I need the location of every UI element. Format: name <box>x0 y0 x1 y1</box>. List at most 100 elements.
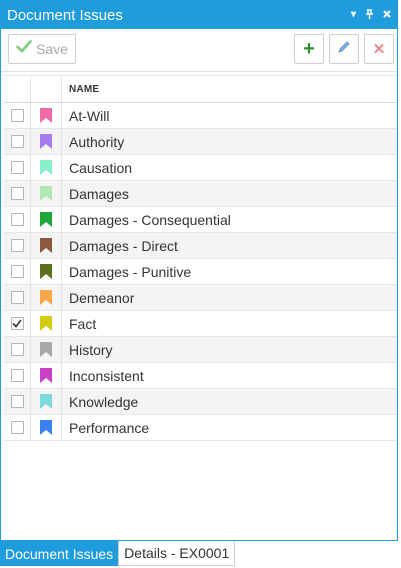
document-issues-panel: Document Issues ▾ Save + ✕ NAME At-Will … <box>0 0 398 541</box>
check-cell <box>4 363 31 388</box>
flag-cell <box>31 363 62 388</box>
check-cell <box>4 337 31 362</box>
check-cell <box>4 311 31 336</box>
pencil-icon <box>337 40 351 59</box>
flag-cell <box>31 389 62 414</box>
flag-cell <box>31 233 62 258</box>
bookmark-icon <box>40 186 52 201</box>
bookmark-icon <box>40 108 52 123</box>
check-cell <box>4 259 31 284</box>
issue-name: Causation <box>69 159 133 176</box>
row-checkbox[interactable] <box>10 265 24 278</box>
panel-title: Document Issues <box>7 6 123 24</box>
bookmark-icon <box>40 290 52 305</box>
table-row[interactable]: Authority <box>4 129 397 155</box>
delete-icon: ✕ <box>372 41 386 58</box>
header-flag-cell <box>31 76 62 102</box>
grid-header: NAME <box>4 75 397 103</box>
header-check-cell <box>4 76 31 102</box>
issue-name: Damages - Consequential <box>69 211 231 228</box>
add-issue-button[interactable]: + <box>294 34 324 64</box>
issue-name: Demeanor <box>69 289 135 306</box>
row-checkbox[interactable] <box>10 395 24 408</box>
check-cell <box>4 389 31 414</box>
tab-details[interactable]: Details - EX0001 <box>118 541 236 566</box>
table-row[interactable]: Performance <box>4 415 397 441</box>
toolbar: Save + ✕ <box>1 29 397 72</box>
bookmark-icon <box>40 368 52 383</box>
flag-cell <box>31 311 62 336</box>
table-row[interactable]: Damages - Consequential <box>4 207 397 233</box>
flag-cell <box>31 207 62 232</box>
bookmark-icon <box>40 264 52 279</box>
flag-cell <box>31 337 62 362</box>
bookmark-icon <box>40 238 52 253</box>
pin-icon[interactable] <box>365 8 374 22</box>
flag-cell <box>31 129 62 154</box>
tab-document-issues[interactable]: Document Issues <box>0 541 119 566</box>
edit-issue-button[interactable] <box>329 34 359 64</box>
row-checkbox[interactable] <box>10 161 24 174</box>
check-cell <box>4 103 31 128</box>
bookmark-icon <box>40 134 52 149</box>
delete-issue-button[interactable]: ✕ <box>364 34 394 64</box>
check-cell <box>4 155 31 180</box>
bottom-tabs: Document Issues Details - EX0001 <box>0 541 236 567</box>
issue-name: Damages - Punitive <box>69 263 192 280</box>
issue-name: At-Will <box>69 107 110 124</box>
table-row[interactable]: Knowledge <box>4 389 397 415</box>
table-row[interactable]: Inconsistent <box>4 363 397 389</box>
table-row[interactable]: Demeanor <box>4 285 397 311</box>
grid-rows: At-Will Authority Causation Damages Damages … <box>4 103 397 441</box>
flag-cell <box>31 155 62 180</box>
issue-name: Authority <box>69 133 125 150</box>
panel-titlebar: Document Issues ▾ <box>1 1 397 29</box>
flag-cell <box>31 415 62 440</box>
table-row[interactable]: Causation <box>4 155 397 181</box>
row-checkbox[interactable] <box>10 317 24 330</box>
table-row[interactable]: Damages - Direct <box>4 233 397 259</box>
check-cell <box>4 233 31 258</box>
row-checkbox[interactable] <box>10 187 24 200</box>
bookmark-icon <box>40 212 52 227</box>
bookmark-icon <box>40 316 52 331</box>
issue-name: History <box>69 341 113 358</box>
plus-icon: + <box>303 37 315 60</box>
table-row[interactable]: At-Will <box>4 103 397 129</box>
flag-cell <box>31 285 62 310</box>
table-row[interactable]: History <box>4 337 397 363</box>
save-label: Save <box>36 41 68 57</box>
table-row[interactable]: Fact <box>4 311 397 337</box>
check-cell <box>4 129 31 154</box>
flag-cell <box>31 103 62 128</box>
table-row[interactable]: Damages <box>4 181 397 207</box>
check-cell <box>4 285 31 310</box>
check-cell <box>4 415 31 440</box>
table-row[interactable]: Damages - Punitive <box>4 259 397 285</box>
save-button[interactable]: Save <box>8 34 76 64</box>
issues-grid: NAME At-Will Authority Causation Damages Dam… <box>4 75 397 441</box>
bookmark-icon <box>40 420 52 435</box>
name-column-header[interactable]: NAME <box>62 84 397 95</box>
row-checkbox[interactable] <box>10 239 24 252</box>
issue-name: Damages - Direct <box>69 237 178 254</box>
bookmark-icon <box>40 394 52 409</box>
issue-name: Fact <box>69 315 97 332</box>
bookmark-icon <box>40 342 52 357</box>
issue-name: Knowledge <box>69 393 139 410</box>
row-checkbox[interactable] <box>10 135 24 148</box>
row-checkbox[interactable] <box>10 109 24 122</box>
row-checkbox[interactable] <box>10 213 24 226</box>
flag-cell <box>31 181 62 206</box>
row-checkbox[interactable] <box>10 291 24 304</box>
row-checkbox[interactable] <box>10 369 24 382</box>
row-checkbox[interactable] <box>10 343 24 356</box>
checkmark-icon <box>16 40 32 58</box>
dropdown-icon[interactable]: ▾ <box>351 10 356 20</box>
row-checkbox[interactable] <box>10 421 24 434</box>
issue-name: Inconsistent <box>69 367 144 384</box>
close-icon[interactable] <box>383 9 391 21</box>
window-controls: ▾ <box>351 8 391 22</box>
check-cell <box>4 207 31 232</box>
bookmark-icon <box>40 160 52 175</box>
